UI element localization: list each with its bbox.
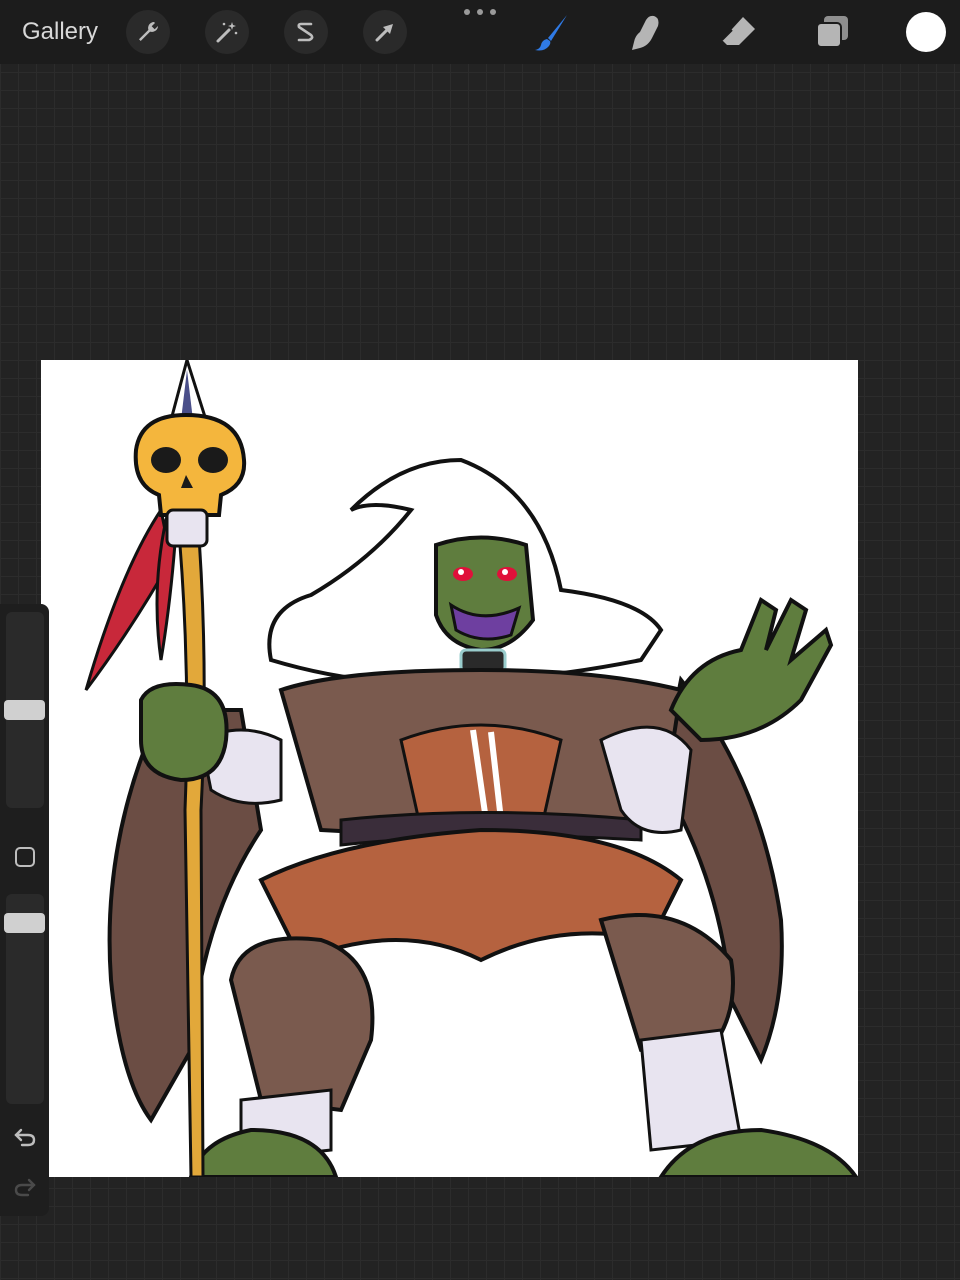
redo-button[interactable] [8,1172,42,1202]
smudge-finger-icon [632,15,659,50]
wrench-icon [139,22,158,41]
redo-icon [14,1178,36,1197]
top-toolbar: Gallery [0,0,960,64]
arrow-cursor-icon [375,24,393,42]
brush-tool-button[interactable] [530,10,574,54]
orc-shaman-illustration [84,360,858,1177]
gallery-button[interactable]: Gallery [22,16,98,48]
left-sidebar [0,604,49,1216]
actions-button[interactable] [126,10,170,54]
adjustments-button[interactable] [205,10,249,54]
layers-button[interactable] [810,10,854,54]
drawing-canvas[interactable] [41,360,858,1177]
brush-size-slider-thumb[interactable] [4,700,45,720]
opacity-slider-thumb[interactable] [4,913,45,933]
selection-s-icon [297,22,314,42]
magic-wand-icon [216,22,238,43]
transform-button[interactable] [363,10,407,54]
undo-button[interactable] [8,1122,42,1152]
square-icon [15,847,35,867]
eraser-tool-button[interactable] [717,10,761,54]
more-options-icon[interactable] [464,6,496,18]
modify-button[interactable] [8,842,42,872]
layers-icon [816,16,848,48]
color-picker-swatch[interactable] [906,12,946,52]
undo-icon [14,1128,36,1147]
eraser-icon [721,17,755,45]
selection-button[interactable] [284,10,328,54]
smudge-tool-button[interactable] [624,10,668,54]
brush-icon [535,15,567,51]
